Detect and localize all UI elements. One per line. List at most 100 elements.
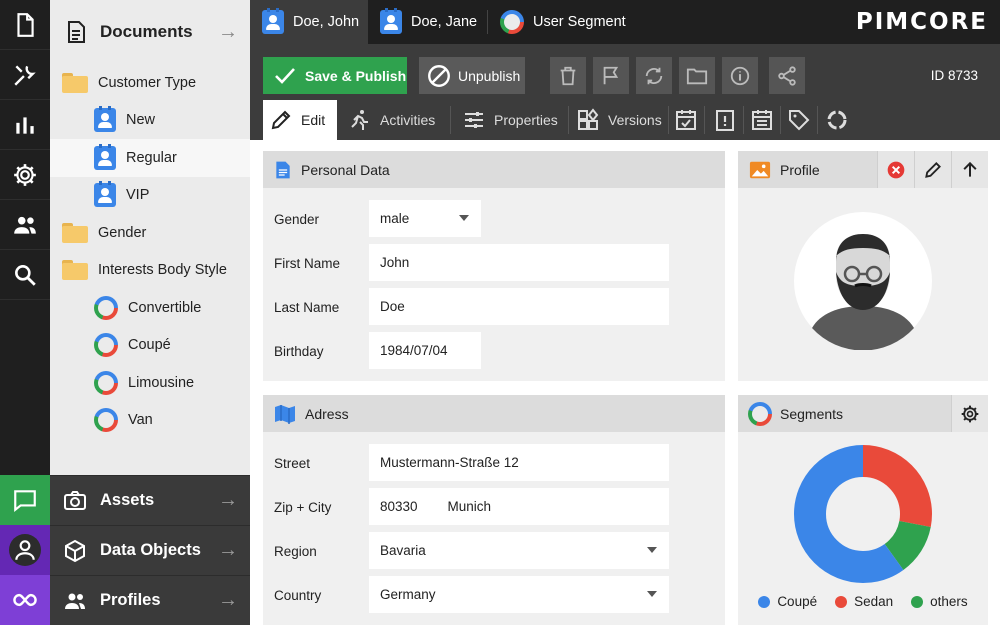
tools-rail-button[interactable] — [0, 50, 50, 100]
chat-icon — [14, 490, 36, 513]
gender-select[interactable]: male — [369, 200, 481, 237]
reload-button[interactable] — [636, 57, 672, 94]
field-label: Country — [274, 588, 322, 603]
object-id: ID 8733 — [930, 68, 978, 83]
tab-tags[interactable] — [783, 104, 815, 136]
input-value: John — [380, 255, 410, 270]
tree-item-gender[interactable]: Gender — [50, 214, 250, 252]
panel-title: Segments — [780, 405, 844, 422]
tab-doe-john[interactable]: Doe, John — [250, 0, 368, 44]
tree-item-convertible[interactable]: Convertible — [50, 289, 250, 327]
person-icon — [94, 106, 116, 133]
tab-edit[interactable]: Edit — [263, 100, 337, 140]
tab-activities[interactable]: Activities — [342, 100, 443, 140]
settings-rail-button[interactable] — [0, 150, 50, 200]
users-rail-button[interactable] — [0, 200, 50, 250]
person-icon — [94, 181, 116, 208]
arrow-right-icon[interactable]: → — [218, 589, 238, 612]
arrow-right-icon[interactable]: → — [218, 489, 238, 512]
tab-doe-jane[interactable]: Doe, Jane — [368, 0, 488, 44]
share-button[interactable] — [769, 57, 805, 94]
accordion-data-objects[interactable]: Data Objects → — [50, 525, 250, 575]
info-button[interactable] — [722, 57, 758, 94]
divider — [668, 106, 669, 134]
country-select[interactable]: Germany — [369, 576, 669, 613]
caret-down-icon — [647, 591, 657, 597]
tab-label: Versions — [608, 112, 662, 128]
tree-item-coupe[interactable]: Coupé — [50, 327, 250, 365]
tree-item-vip[interactable]: VIP — [50, 177, 250, 215]
arrow-right-icon[interactable]: → — [218, 539, 238, 562]
tree-header[interactable]: Documents → — [50, 0, 250, 64]
tree-item-label: Gender — [98, 224, 147, 241]
infinity-icon — [13, 593, 37, 607]
tab-user-segment[interactable]: User Segment — [488, 0, 628, 44]
first-name-field[interactable]: John — [369, 244, 669, 281]
divider — [450, 106, 451, 134]
profile-avatar-image — [794, 212, 932, 350]
tab-notes[interactable] — [709, 104, 741, 136]
segments-settings-button[interactable] — [951, 395, 988, 432]
divider — [743, 106, 744, 134]
tree-item-customer-type[interactable]: Customer Type — [50, 64, 250, 102]
flag-button[interactable] — [593, 57, 629, 94]
folder-icon — [62, 222, 88, 243]
documents-rail-button[interactable] — [0, 0, 50, 50]
tab-versions[interactable]: Versions — [570, 100, 670, 140]
edit-image-button[interactable] — [914, 151, 951, 188]
segment-icon — [500, 10, 524, 34]
remove-image-button[interactable] — [877, 151, 914, 188]
tab-scheduler[interactable] — [670, 104, 702, 136]
legend-item[interactable]: others — [911, 594, 968, 609]
share-icon — [778, 65, 796, 86]
tree-item-interests-body-style[interactable]: Interests Body Style — [50, 252, 250, 290]
last-name-field[interactable]: Doe — [369, 288, 669, 325]
folder-icon — [62, 72, 88, 93]
reports-rail-button[interactable] — [0, 100, 50, 150]
cube-icon — [65, 539, 85, 562]
street-field[interactable]: Mustermann-Straße 12 — [369, 444, 669, 481]
zip-city-field[interactable]: 80330 Munich — [369, 488, 669, 525]
segments-donut-chart — [794, 445, 932, 583]
delete-button[interactable] — [550, 57, 586, 94]
accordion-profiles[interactable]: Profiles → — [50, 575, 250, 625]
segment-icon — [94, 295, 118, 320]
profile-panel: Profile — [738, 151, 988, 381]
tree-item-new[interactable]: New — [50, 102, 250, 140]
field-label: Street — [274, 456, 311, 471]
birthday-field[interactable]: 1984/07/04 — [369, 332, 481, 369]
content-area: Personal Data Gender male First Name Joh… — [250, 140, 1000, 625]
select-value: Germany — [380, 587, 436, 602]
running-icon — [351, 110, 368, 130]
top-tab-bar: Doe, John Doe, Jane User Segment PIMCORE — [250, 0, 1000, 44]
unpublish-button[interactable]: Unpublish — [419, 57, 525, 94]
tree-item-van[interactable]: Van — [50, 402, 250, 440]
search-rail-button[interactable] — [0, 250, 50, 300]
legend-label: Sedan — [854, 594, 894, 609]
tree-item-limousine[interactable]: Limousine — [50, 364, 250, 402]
save-publish-button[interactable]: Save & Publish — [263, 57, 407, 94]
search-icon — [15, 264, 36, 286]
clipboard-alert-icon — [716, 110, 734, 131]
profile-rail-button[interactable] — [0, 525, 50, 575]
accordion-assets[interactable]: Assets → — [50, 475, 250, 525]
chat-rail-button[interactable] — [0, 475, 50, 525]
tab-segments[interactable] — [821, 104, 853, 136]
legend-item[interactable]: Coupé — [758, 594, 817, 609]
legend-item[interactable]: Sedan — [835, 594, 893, 609]
tab-properties[interactable]: Properties — [456, 100, 566, 140]
segment-icon — [94, 370, 118, 395]
pencil-icon — [925, 161, 941, 178]
upload-image-button[interactable] — [951, 151, 988, 188]
legend-label: others — [930, 594, 968, 609]
open-folder-button[interactable] — [679, 57, 715, 94]
unpublish-label: Unpublish — [458, 67, 521, 84]
tree-item-regular[interactable]: Regular — [50, 139, 250, 177]
legend-dot — [758, 595, 771, 608]
arrow-right-icon[interactable]: → — [218, 21, 238, 44]
tree-item-label: Van — [128, 412, 153, 429]
cmf-rail-button[interactable] — [0, 575, 50, 625]
document-icon — [17, 12, 34, 37]
region-select[interactable]: Bavaria — [369, 532, 669, 569]
tab-calendar[interactable] — [746, 104, 778, 136]
